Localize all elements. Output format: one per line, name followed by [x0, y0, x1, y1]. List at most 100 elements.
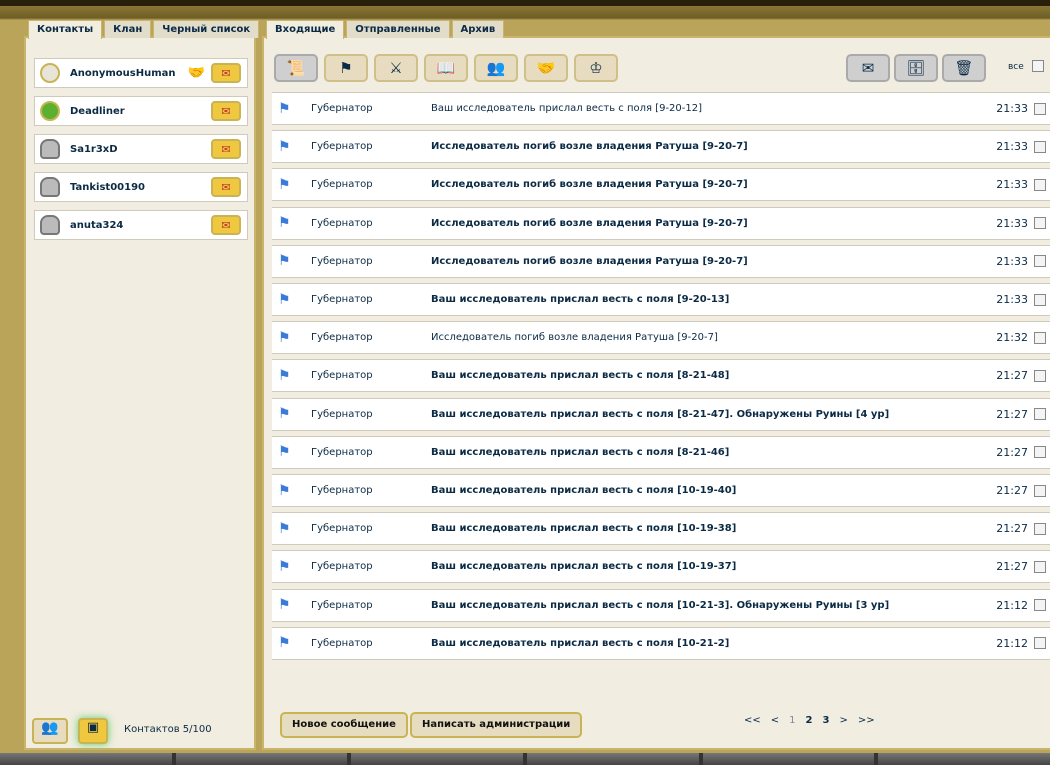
people-icon[interactable]: 👥: [474, 54, 518, 82]
clan-chest-button[interactable]: ▣: [78, 718, 108, 744]
message-checkbox[interactable]: [1034, 140, 1046, 153]
message-row[interactable]: ⚑ Губернатор Исследователь погиб возле вла…: [272, 206, 1050, 240]
message-subject[interactable]: Ваш исследователь прислал весть с поля […: [431, 103, 702, 114]
tab-0[interactable]: Контакты: [28, 20, 103, 39]
message-checkbox[interactable]: [1034, 522, 1046, 535]
message-sender: Губернатор: [311, 141, 373, 153]
handshake-icon[interactable]: 🤝: [524, 54, 568, 82]
status-icon: [40, 63, 60, 83]
message-sender: Губернатор: [311, 294, 373, 305]
contact-item[interactable]: Deadliner ✉: [34, 96, 248, 126]
message-checkbox[interactable]: [1034, 369, 1046, 382]
message-subject[interactable]: Ваш исследователь прислал весть с поля […: [431, 561, 736, 572]
contacts-count: Контактов 5/100: [124, 724, 212, 735]
message-row[interactable]: ⚑ Губернатор Ваш исследователь прислал вес…: [272, 359, 1050, 393]
tab-1[interactable]: Клан: [104, 20, 152, 38]
message-subject[interactable]: Ваш исследователь прислал весть с поля […: [431, 447, 729, 458]
flag-icon: ⚑: [278, 253, 291, 270]
king-icon[interactable]: ♔: [574, 54, 618, 82]
message-checkbox[interactable]: [1034, 446, 1046, 459]
message-checkbox[interactable]: [1034, 637, 1046, 650]
trash-icon[interactable]: 🗑: [942, 54, 986, 82]
send-mail-icon[interactable]: ✉: [211, 63, 241, 83]
message-time: 21:32: [996, 331, 1028, 345]
message-row[interactable]: ⚑ Губернатор Ваш исследователь прислал вес…: [272, 92, 1050, 125]
message-sender: Губернатор: [311, 599, 373, 611]
pagination: << <1 2 3 > >>: [744, 715, 875, 726]
scroll-icon[interactable]: 📜: [274, 54, 318, 82]
message-row[interactable]: ⚑ Губернатор Исследователь погиб возле вла…: [272, 244, 1050, 278]
flag-icon: ⚑: [278, 100, 291, 117]
contact-item[interactable]: AnonymousHuman 🤝 ✉: [34, 58, 248, 88]
envelope-icon[interactable]: ✉: [846, 54, 890, 82]
message-row[interactable]: ⚑ Губернатор Ваш исследователь прислал вес…: [272, 550, 1050, 584]
lock-icon: [40, 139, 60, 159]
pager-prev[interactable]: <: [771, 715, 779, 726]
message-sender: Губернатор: [311, 179, 373, 191]
message-subject[interactable]: Ваш исследователь прислал весть с поля […: [431, 485, 736, 496]
flag-icon[interactable]: ⚑: [324, 54, 368, 82]
message-subject[interactable]: Ваш исследователь прислал весть с поля […: [431, 600, 889, 611]
sword-icon[interactable]: ⚔: [374, 54, 418, 82]
message-checkbox[interactable]: [1034, 331, 1046, 344]
select-all-checkbox[interactable]: [1032, 60, 1044, 72]
send-mail-icon[interactable]: ✉: [211, 177, 241, 197]
message-checkbox[interactable]: [1034, 217, 1046, 230]
message-row[interactable]: ⚑ Губернатор Исследователь погиб возле вла…: [272, 130, 1050, 164]
message-subject[interactable]: Исследователь погиб возле владения Ратуш…: [431, 256, 748, 267]
contact-name: Sa1r3xD: [70, 143, 118, 155]
new-message-button[interactable]: Новое сообщение: [280, 712, 408, 738]
send-mail-icon[interactable]: ✉: [211, 215, 241, 235]
message-row[interactable]: ⚑ Губернатор Ваш исследователь прислал вес…: [272, 626, 1050, 660]
message-row[interactable]: ⚑ Губернатор Ваш исследователь прислал вес…: [272, 512, 1050, 546]
pager-last[interactable]: >>: [858, 715, 875, 726]
book-icon[interactable]: 📖: [424, 54, 468, 82]
message-subject[interactable]: Ваш исследователь прислал весть с поля […: [431, 370, 729, 381]
contact-item[interactable]: anuta324 ✉: [34, 210, 248, 240]
message-checkbox[interactable]: [1034, 599, 1046, 612]
message-subject[interactable]: Ваш исследователь прислал весть с поля […: [431, 638, 729, 649]
pager-page[interactable]: 2: [806, 715, 813, 726]
message-checkbox[interactable]: [1034, 560, 1046, 573]
pager-page[interactable]: 3: [823, 715, 830, 726]
message-row[interactable]: ⚑ Губернатор Исследователь погиб возле вла…: [272, 321, 1050, 355]
message-checkbox[interactable]: [1034, 102, 1046, 115]
message-subject[interactable]: Ваш исследователь прислал весть с поля […: [431, 409, 889, 420]
message-checkbox[interactable]: [1034, 293, 1046, 306]
contact-name: AnonymousHuman: [70, 67, 176, 79]
message-checkbox[interactable]: [1034, 255, 1046, 268]
message-checkbox[interactable]: [1034, 484, 1046, 497]
send-mail-icon[interactable]: ✉: [211, 101, 241, 121]
tab-2[interactable]: Архив: [451, 20, 505, 38]
add-contact-button[interactable]: 👥: [32, 718, 68, 744]
message-sender: Губернатор: [311, 408, 373, 420]
message-subject[interactable]: Исследователь погиб возле владения Ратуш…: [431, 218, 748, 229]
pager-first[interactable]: <<: [744, 715, 761, 726]
message-time: 21:33: [996, 140, 1028, 154]
archive-icon[interactable]: 🗄: [894, 54, 938, 82]
pager-page[interactable]: 1: [789, 715, 795, 726]
write-admin-button[interactable]: Написать администрации: [410, 712, 583, 738]
message-row[interactable]: ⚑ Губернатор Ваш исследователь прислал вес…: [272, 283, 1050, 316]
message-subject[interactable]: Исследователь погиб возле владения Ратуш…: [431, 332, 718, 343]
message-subject[interactable]: Ваш исследователь прислал весть с поля […: [431, 294, 729, 305]
message-checkbox[interactable]: [1034, 408, 1046, 421]
tab-0[interactable]: Входящие: [266, 20, 345, 39]
message-subject[interactable]: Исследователь погиб возле владения Ратуш…: [431, 141, 748, 152]
message-subject[interactable]: Исследователь погиб возле владения Ратуш…: [431, 179, 748, 190]
message-row[interactable]: ⚑ Губернатор Ваш исследователь прислал вес…: [272, 397, 1050, 431]
tab-2[interactable]: Черный список: [153, 20, 260, 38]
message-row[interactable]: ⚑ Губернатор Ваш исследователь прислал вес…: [272, 588, 1050, 622]
pager-next[interactable]: >: [839, 715, 847, 726]
handshake-icon: 🤝: [187, 65, 205, 81]
contact-item[interactable]: Sa1r3xD ✉: [34, 134, 248, 164]
message-row[interactable]: ⚑ Губернатор Исследователь погиб возле вла…: [272, 168, 1050, 202]
send-mail-icon[interactable]: ✉: [211, 139, 241, 159]
message-time: 21:27: [996, 522, 1028, 536]
message-checkbox[interactable]: [1034, 178, 1046, 191]
message-subject[interactable]: Ваш исследователь прислал весть с поля […: [431, 523, 736, 534]
message-row[interactable]: ⚑ Губернатор Ваш исследователь прислал вес…: [272, 435, 1050, 469]
tab-1[interactable]: Отправленные: [346, 20, 450, 38]
contact-item[interactable]: Tankist00190 ✉: [34, 172, 248, 202]
message-row[interactable]: ⚑ Губернатор Ваш исследователь прислал вес…: [272, 474, 1050, 507]
